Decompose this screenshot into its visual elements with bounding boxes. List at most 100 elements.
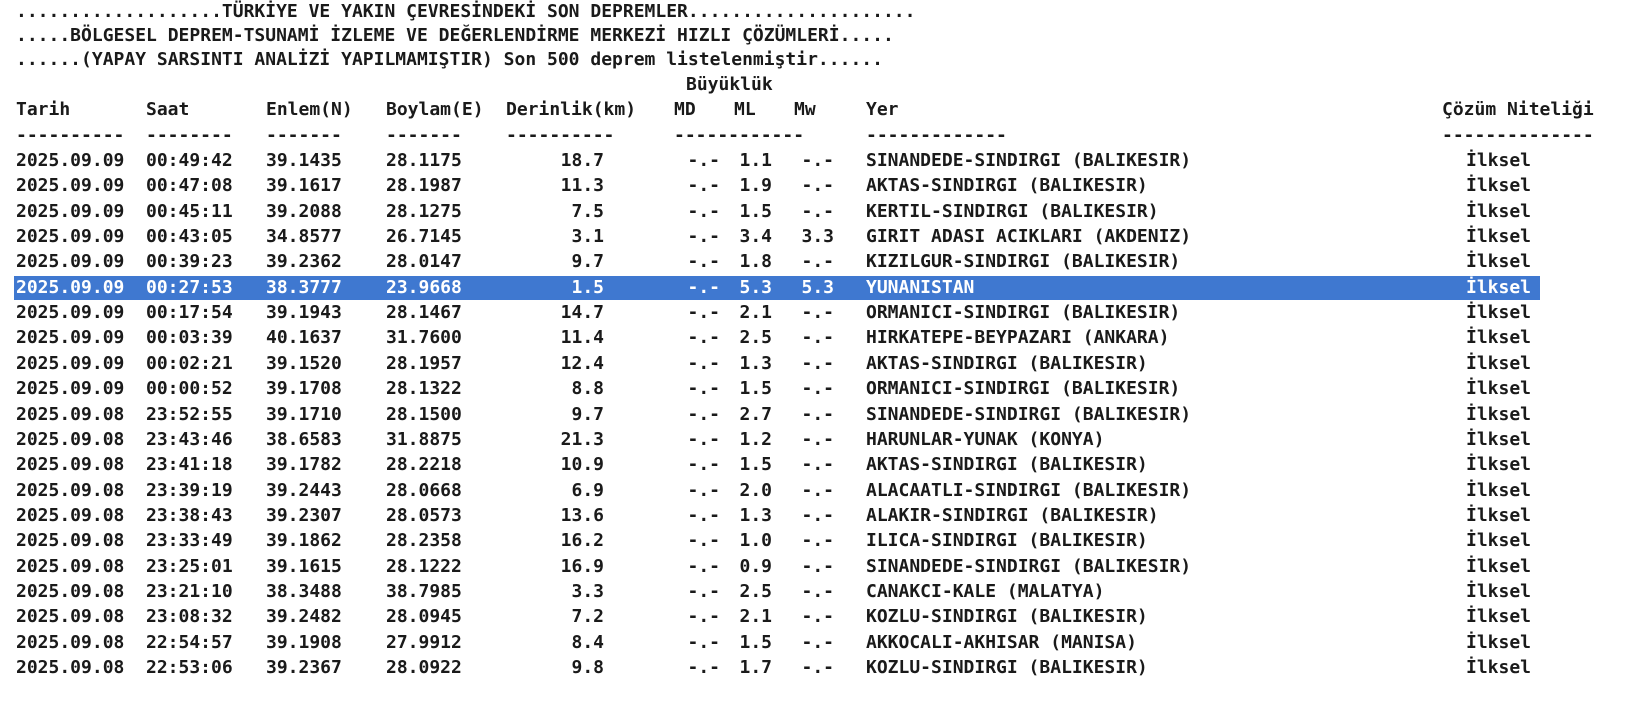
cell-place: GIRIT ADASI ACIKLARI (AKDENIZ) <box>866 226 1192 248</box>
cell-md: -.- <box>687 530 720 552</box>
cell-ml: 5.3 <box>739 276 772 298</box>
table-row[interactable]: 2025.09.08 23:38:43 39.2307 28.0573 13.6 -.- 1… <box>0 504 1644 529</box>
separator-quality: -------------- <box>1442 125 1594 146</box>
header-subtitle: .....BÖLGESEL DEPREM-TSUNAMİ İZLEME VE D… <box>16 25 894 46</box>
cell-depth: 14.7 <box>560 302 604 324</box>
table-row[interactable]: 2025.09.09 00:45:11 39.2088 28.1275 7.5 -.- 1.… <box>0 200 1644 225</box>
cell-quality: İlksel <box>1466 606 1532 628</box>
table-row[interactable]: 2025.09.08 23:21:10 38.3488 38.7985 3.3 -.- 2.… <box>0 580 1644 605</box>
table-row[interactable]: 2025.09.09 00:17:54 39.1943 28.1467 14.7 -.- 2… <box>0 301 1644 326</box>
cell-md: -.- <box>687 504 720 526</box>
cell-latitude: 39.2482 <box>266 606 342 628</box>
table-row[interactable]: 2025.09.09 00:39:23 39.2362 28.0147 9.7 -.- 1.… <box>0 250 1644 275</box>
cell-md: -.- <box>687 555 720 577</box>
cell-longitude: 28.1222 <box>386 555 462 577</box>
table-row[interactable]: 2025.09.08 23:41:18 39.1782 28.2218 10.9 -.- 1… <box>0 453 1644 478</box>
cell-longitude: 38.7985 <box>386 580 462 602</box>
cell-mw: -.- <box>801 454 834 476</box>
cell-place: KERTIL-SINDIRGI (BALIKESIR) <box>866 200 1159 222</box>
cell-md: -.- <box>687 403 720 425</box>
cell-place: KOZLU-SINDIRGI (BALIKESIR) <box>866 606 1148 628</box>
cell-longitude: 28.0668 <box>386 479 462 501</box>
cell-date: 2025.09.09 <box>16 150 125 171</box>
table-row[interactable]: 2025.09.09 00:00:52 39.1708 28.1322 8.8 -.- 1.… <box>0 377 1644 402</box>
table-row[interactable]: 2025.09.09 00:49:42 39.1435 28.1175 18.7 -.- 1… <box>0 149 1644 174</box>
cell-mw: 5.3 <box>801 276 834 298</box>
cell-md: -.- <box>687 276 720 298</box>
cell-date: 2025.09.08 <box>16 555 125 577</box>
cell-place: AKTAS-SINDIRGI (BALIKESIR) <box>866 175 1148 197</box>
cell-quality: İlksel <box>1466 555 1532 577</box>
cell-quality: İlksel <box>1466 226 1532 248</box>
cell-md: -.- <box>687 580 720 602</box>
cell-latitude: 39.2307 <box>266 504 342 526</box>
cell-quality: İlksel <box>1466 580 1532 602</box>
table-row[interactable]: 2025.09.09 00:03:39 40.1637 31.7600 11.4 -.- 2… <box>0 326 1644 351</box>
cell-mw: -.- <box>801 327 834 349</box>
table-row[interactable]: 2025.09.08 23:39:19 39.2443 28.0668 6.9 -.- 2.… <box>0 479 1644 504</box>
cell-mw: -.- <box>801 428 834 450</box>
cell-md: -.- <box>687 327 720 349</box>
cell-depth: 7.2 <box>571 606 604 628</box>
cell-md: -.- <box>687 378 720 400</box>
cell-ml: 1.3 <box>739 352 772 374</box>
cell-place: SINANDEDE-SINDIRGI (BALIKESIR) <box>866 403 1192 425</box>
cell-quality: İlksel <box>1466 175 1532 197</box>
cell-longitude: 28.1175 <box>386 150 462 171</box>
cell-time: 23:38:43 <box>146 504 233 526</box>
cell-mw: -.- <box>801 657 834 678</box>
table-row-selected[interactable]: 2025.09.09 00:27:53 38.3777 23.9668 1.5 -.- 5.… <box>0 275 1644 301</box>
cell-md: -.- <box>687 200 720 222</box>
cell-md: -.- <box>687 631 720 653</box>
cell-latitude: 38.6583 <box>266 428 342 450</box>
cell-latitude: 39.1782 <box>266 454 342 476</box>
cell-place: KIZILGUR-SINDIRGI (BALIKESIR) <box>866 251 1181 273</box>
cell-depth: 8.8 <box>571 378 604 400</box>
cell-quality: İlksel <box>1466 479 1532 501</box>
table-row[interactable]: 2025.09.08 23:08:32 39.2482 28.0945 7.2 -.- 2.… <box>0 605 1644 630</box>
separator-longitude: ------- <box>386 125 462 146</box>
cell-depth: 9.8 <box>571 657 604 678</box>
cell-md: -.- <box>687 454 720 476</box>
cell-quality: İlksel <box>1466 378 1532 400</box>
cell-ml: 1.8 <box>739 251 772 273</box>
cell-latitude: 39.2362 <box>266 251 342 273</box>
cell-ml: 1.9 <box>739 175 772 197</box>
cell-time: 00:02:21 <box>146 352 233 374</box>
cell-place: ALACAATLI-SINDIRGI (BALIKESIR) <box>866 479 1192 501</box>
table-row[interactable]: 2025.09.08 23:43:46 38.6583 31.8875 21.3 -.- 1… <box>0 428 1644 453</box>
cell-depth: 21.3 <box>560 428 604 450</box>
table-row[interactable]: 2025.09.08 23:25:01 39.1615 28.1222 16.9 -.- 0… <box>0 555 1644 580</box>
table-row[interactable]: 2025.09.08 23:52:55 39.1710 28.1500 9.7 -.- 2.… <box>0 403 1644 428</box>
cell-place: ORMANICI-SINDIRGI (BALIKESIR) <box>866 378 1181 400</box>
cell-longitude: 28.2218 <box>386 454 462 476</box>
cell-md: -.- <box>687 606 720 628</box>
table-row[interactable]: 2025.09.08 22:53:06 39.2367 28.0922 9.8 -.- 1.… <box>0 656 1644 681</box>
cell-md: -.- <box>687 352 720 374</box>
cell-date: 2025.09.08 <box>16 403 125 425</box>
cell-mw: -.- <box>801 175 834 197</box>
column-header-place: Yer <box>866 99 899 120</box>
table-row[interactable]: 2025.09.08 22:54:57 39.1908 27.9912 8.4 -.- 1.… <box>0 631 1644 656</box>
cell-place: ILICA-SINDIRGI (BALIKESIR) <box>866 530 1148 552</box>
cell-date: 2025.09.09 <box>16 175 125 197</box>
cell-longitude: 28.1275 <box>386 200 462 222</box>
table-row[interactable]: 2025.09.09 00:02:21 39.1520 28.1957 12.4 -.- 1… <box>0 352 1644 377</box>
cell-depth: 10.9 <box>560 454 604 476</box>
table-row[interactable]: 2025.09.08 23:33:49 39.1862 28.2358 16.2 -.- 1… <box>0 529 1644 554</box>
cell-ml: 2.5 <box>739 327 772 349</box>
cell-mw: -.- <box>801 555 834 577</box>
cell-mw: -.- <box>801 200 834 222</box>
cell-place: SINANDEDE-SINDIRGI (BALIKESIR) <box>866 150 1192 171</box>
cell-quality: İlksel <box>1466 454 1532 476</box>
cell-place: ORMANICI-SINDIRGI (BALIKESIR) <box>866 302 1181 324</box>
column-header-depth: Derinlik(km) <box>506 99 637 120</box>
cell-depth: 6.9 <box>571 479 604 501</box>
cell-date: 2025.09.08 <box>16 479 125 501</box>
cell-ml: 1.1 <box>739 150 772 171</box>
cell-mw: -.- <box>801 403 834 425</box>
table-row[interactable]: 2025.09.09 00:43:05 34.8577 26.7145 3.1 -.- 3.… <box>0 225 1644 250</box>
cell-date: 2025.09.09 <box>16 200 125 222</box>
table-row[interactable]: 2025.09.09 00:47:08 39.1617 28.1987 11.3 -.- 1… <box>0 174 1644 199</box>
cell-date: 2025.09.09 <box>16 226 125 248</box>
